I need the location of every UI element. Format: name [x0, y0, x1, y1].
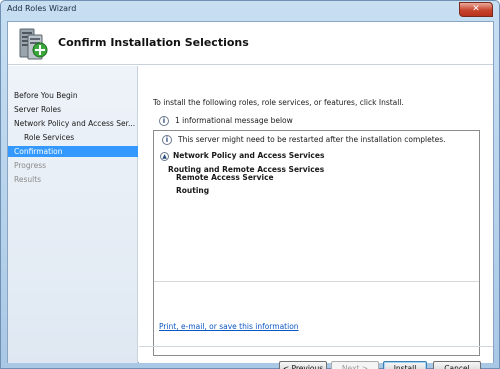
- footer-divider: [139, 346, 493, 347]
- window-title: Add Roles Wizard: [7, 4, 77, 13]
- info-message-text: 1 informational message below: [175, 116, 293, 125]
- section-title: Network Policy and Access Services: [173, 151, 325, 160]
- nav-item-server-roles[interactable]: Server Roles: [8, 104, 138, 115]
- close-button[interactable]: ✕: [459, 2, 493, 17]
- nav-item-confirmation[interactable]: Confirmation: [8, 146, 138, 157]
- section-header[interactable]: ▲ Network Policy and Access Services: [160, 151, 324, 161]
- close-icon: ✕: [472, 4, 480, 14]
- title-bar[interactable]: Add Roles Wizard ✕: [1, 1, 499, 19]
- nav-item-before-you-begin[interactable]: Before You Begin: [8, 90, 138, 101]
- divider: [154, 281, 479, 282]
- next-button: Next >: [331, 361, 379, 369]
- nav-item-progress: Progress: [14, 161, 47, 170]
- page-title: Confirm Installation Selections: [58, 36, 249, 49]
- intro-text: To install the following roles, role ser…: [153, 98, 404, 107]
- info-icon: i: [162, 135, 172, 145]
- role-sub-service-item: Remote Access Service: [176, 173, 274, 182]
- info-message: i 1 informational message below: [159, 116, 293, 126]
- install-button[interactable]: Install: [383, 361, 427, 369]
- nav-item-results: Results: [14, 175, 42, 184]
- cancel-button[interactable]: Cancel: [433, 361, 481, 369]
- nav-item-network-policy[interactable]: Network Policy and Access Ser...: [8, 118, 138, 129]
- wizard-main: To install the following roles, role ser…: [139, 66, 493, 369]
- info-icon: i: [159, 116, 169, 126]
- server-roles-icon: [19, 28, 48, 60]
- role-sub-service-item: Routing: [176, 186, 210, 195]
- restart-warning-text: This server might need to be restarted a…: [178, 135, 446, 144]
- restart-warning: i This server might need to be restarted …: [162, 135, 446, 145]
- wizard-nav: Before You Begin Server Roles Network Po…: [8, 66, 138, 363]
- previous-button[interactable]: < Previous: [279, 361, 327, 369]
- wizard-client: Confirm Installation Selections Before Y…: [7, 21, 494, 369]
- wizard-window: Add Roles Wizard ✕ Confirm Installation …: [0, 0, 500, 369]
- collapse-icon[interactable]: ▲: [160, 151, 169, 161]
- wizard-header: Confirm Installation Selections: [8, 22, 493, 65]
- print-link[interactable]: Print, e-mail, or save this information: [159, 322, 299, 331]
- nav-item-role-services[interactable]: Role Services: [8, 132, 138, 143]
